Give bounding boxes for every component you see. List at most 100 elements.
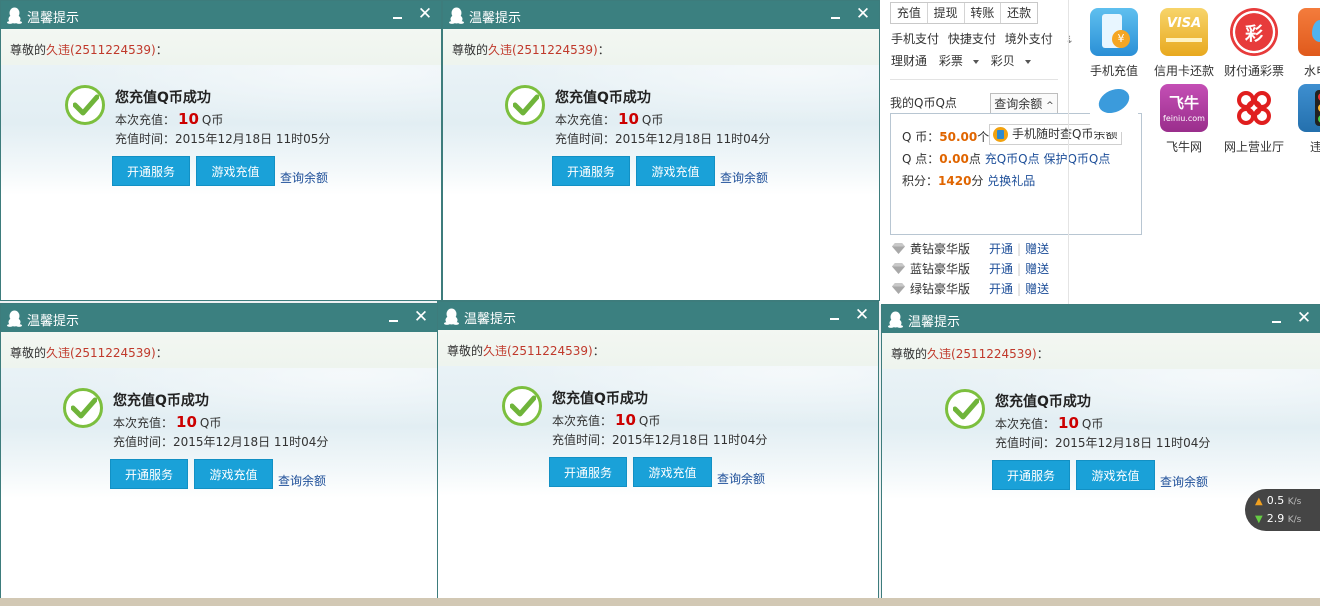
query-balance-link[interactable]: 查询余额 — [280, 169, 328, 186]
game-recharge-button[interactable]: 游戏充值 — [636, 156, 715, 186]
tenpay-tabs: 充值 提现 转账 还款 — [890, 2, 1038, 24]
game-recharge-button[interactable]: 游戏充值 — [1076, 460, 1155, 490]
amount-line: 本次充值： 10 Q币 — [115, 110, 223, 128]
minimize-button[interactable] — [829, 5, 843, 23]
app-unicom-hall[interactable]: 网上营业厅 — [1222, 84, 1286, 155]
taskbar-edge — [0, 598, 1320, 606]
vip-gift-link[interactable]: 赠送 — [1025, 242, 1049, 256]
amount-value: 10 — [1058, 414, 1079, 432]
recharge-time: 充值时间：2015年12月18日 11时05分 — [115, 132, 331, 146]
greeting-prefix: 尊敬的 — [447, 344, 484, 358]
close-button[interactable]: ✕ — [1296, 308, 1312, 328]
chevron-up-icon: ^ — [1046, 101, 1054, 111]
link-lottery[interactable]: 彩票 — [939, 54, 979, 68]
chevron-down-icon — [1024, 59, 1031, 64]
mobile-icon — [993, 127, 1008, 142]
app-label: 飞牛网 — [1165, 140, 1202, 154]
open-service-button[interactable]: 开通服务 — [110, 459, 188, 489]
diamond-icon — [892, 243, 905, 254]
link-mobile-pay[interactable]: 手机支付 — [891, 32, 939, 46]
title-bar[interactable]: 温馨提示 ✕ — [438, 302, 878, 330]
amount-line: 本次充值： 10 Q币 — [552, 411, 660, 429]
amount-unit: Q币 — [641, 113, 664, 127]
close-button[interactable]: ✕ — [855, 4, 871, 24]
tab-withdraw[interactable]: 提现 — [928, 3, 965, 23]
vip-name: 黄钻豪华版 — [910, 242, 971, 256]
game-recharge-button[interactable]: 游戏充值 — [194, 459, 273, 489]
app-mobile-recharge[interactable]: ¥ 手机充值 — [1084, 8, 1144, 79]
vip-open-link[interactable]: 开通 — [989, 262, 1013, 276]
lottery-badge: 彩 — [1245, 24, 1263, 45]
close-button[interactable]: ✕ — [854, 305, 870, 325]
greeting-suffix: ： — [592, 344, 605, 358]
amount-line: 本次充值： 10 Q币 — [113, 413, 221, 431]
game-recharge-button[interactable]: 游戏充值 — [196, 156, 275, 186]
vip-gift-link[interactable]: 赠送 — [1025, 282, 1049, 296]
link-caibei[interactable]: 彩贝 — [991, 54, 1031, 68]
user-name: 久违 — [927, 347, 952, 361]
divider: | — [1017, 262, 1022, 276]
download-speed: ▼ 2.9 K/s — [1255, 512, 1301, 525]
open-service-button[interactable]: 开通服务 — [552, 156, 630, 186]
recharge-qcoin-link[interactable]: 充Q币Q点 — [985, 152, 1040, 166]
app-flight[interactable] — [1084, 84, 1144, 132]
tab-recharge[interactable]: 充值 — [891, 3, 928, 23]
title-bar[interactable]: 温馨提示 ✕ — [882, 305, 1320, 333]
qcoin-value: 50.00 — [939, 130, 978, 144]
recharge-time: 充值时间：2015年12月18日 11时04分 — [113, 435, 329, 449]
open-service-button[interactable]: 开通服务 — [549, 457, 627, 487]
app-label: 手机充值 — [1089, 64, 1138, 78]
app-utilities[interactable]: 水电煤 — [1292, 8, 1320, 79]
divider: | — [1017, 282, 1022, 296]
title-bar[interactable]: 温馨提示 ✕ — [1, 304, 437, 332]
vip-open-link[interactable]: 开通 — [989, 242, 1013, 256]
title-bar[interactable]: 温馨提示 ✕ — [1, 1, 441, 29]
link-overseas-pay[interactable]: 境外支付 — [1005, 32, 1053, 46]
minimize-button[interactable] — [1270, 309, 1284, 327]
more-arrow-icon[interactable]: ⇣ — [1066, 35, 1074, 46]
query-balance-link[interactable]: 查询余额 — [720, 169, 768, 186]
query-balance-link[interactable]: 查询余额 — [278, 472, 326, 489]
tenpay-panel: 充值 提现 转账 还款 手机支付 快捷支付 境外支付 ⇣ 理财通 彩票 彩贝 我… — [880, 0, 1320, 305]
utilities-icon — [1298, 8, 1320, 56]
success-check-icon — [63, 388, 103, 428]
redeem-gift-link[interactable]: 兑换礼品 — [987, 174, 1035, 188]
user-id: (2511224539) — [70, 346, 156, 360]
game-recharge-button[interactable]: 游戏充值 — [633, 457, 712, 487]
open-service-button[interactable]: 开通服务 — [992, 460, 1070, 490]
app-feiniu[interactable]: 飞牛 feiniu.com 飞牛网 — [1152, 84, 1216, 155]
amount-label: 本次充值： — [552, 414, 613, 428]
amount-value: 10 — [176, 413, 197, 431]
minimize-button[interactable] — [828, 306, 842, 324]
close-button[interactable]: ✕ — [417, 4, 433, 24]
score-unit: 分 — [971, 174, 984, 188]
tab-repay[interactable]: 还款 — [1001, 3, 1037, 23]
app-lottery[interactable]: 彩 财付通彩票 — [1222, 8, 1286, 79]
user-id: (2511224539) — [507, 344, 593, 358]
title-bar[interactable]: 温馨提示 ✕ — [443, 1, 879, 29]
protect-qcoin-link[interactable]: 保护Q币Q点 — [1043, 152, 1110, 166]
divider: | — [1017, 242, 1022, 256]
vip-open-link[interactable]: 开通 — [989, 282, 1013, 296]
vip-gift-link[interactable]: 赠送 — [1025, 262, 1049, 276]
minimize-button[interactable] — [391, 5, 405, 23]
minimize-button[interactable] — [387, 308, 401, 326]
credit-card-icon: VISA — [1160, 8, 1208, 56]
app-credit-card[interactable]: VISA 信用卡还款 — [1152, 8, 1216, 79]
app-violations[interactable]: 违章 — [1292, 84, 1320, 155]
network-speed-widget[interactable]: ▲ 0.5 K/s ▼ 2.9 K/s — [1245, 489, 1320, 531]
success-headline: 您充值Q币成功 — [113, 393, 209, 409]
query-balance-link[interactable]: 查询余额 — [717, 470, 765, 487]
tab-transfer[interactable]: 转账 — [965, 3, 1002, 23]
open-service-button[interactable]: 开通服务 — [112, 156, 190, 186]
upload-value: 0.5 — [1266, 494, 1285, 507]
amount-unit: Q币 — [201, 113, 224, 127]
amount-line: 本次充值： 10 Q币 — [555, 110, 663, 128]
link-quick-pay[interactable]: 快捷支付 — [948, 32, 996, 46]
vip-name: 绿钻豪华版 — [910, 282, 971, 296]
query-balance-link[interactable]: 查询余额 — [1160, 473, 1208, 490]
vip-row: 蓝钻豪华版 开通 | 赠送 — [892, 260, 1049, 277]
close-button[interactable]: ✕ — [413, 307, 429, 327]
query-balance-button[interactable]: 查询余额 ^ — [990, 93, 1058, 115]
link-licaitong[interactable]: 理财通 — [891, 54, 927, 68]
